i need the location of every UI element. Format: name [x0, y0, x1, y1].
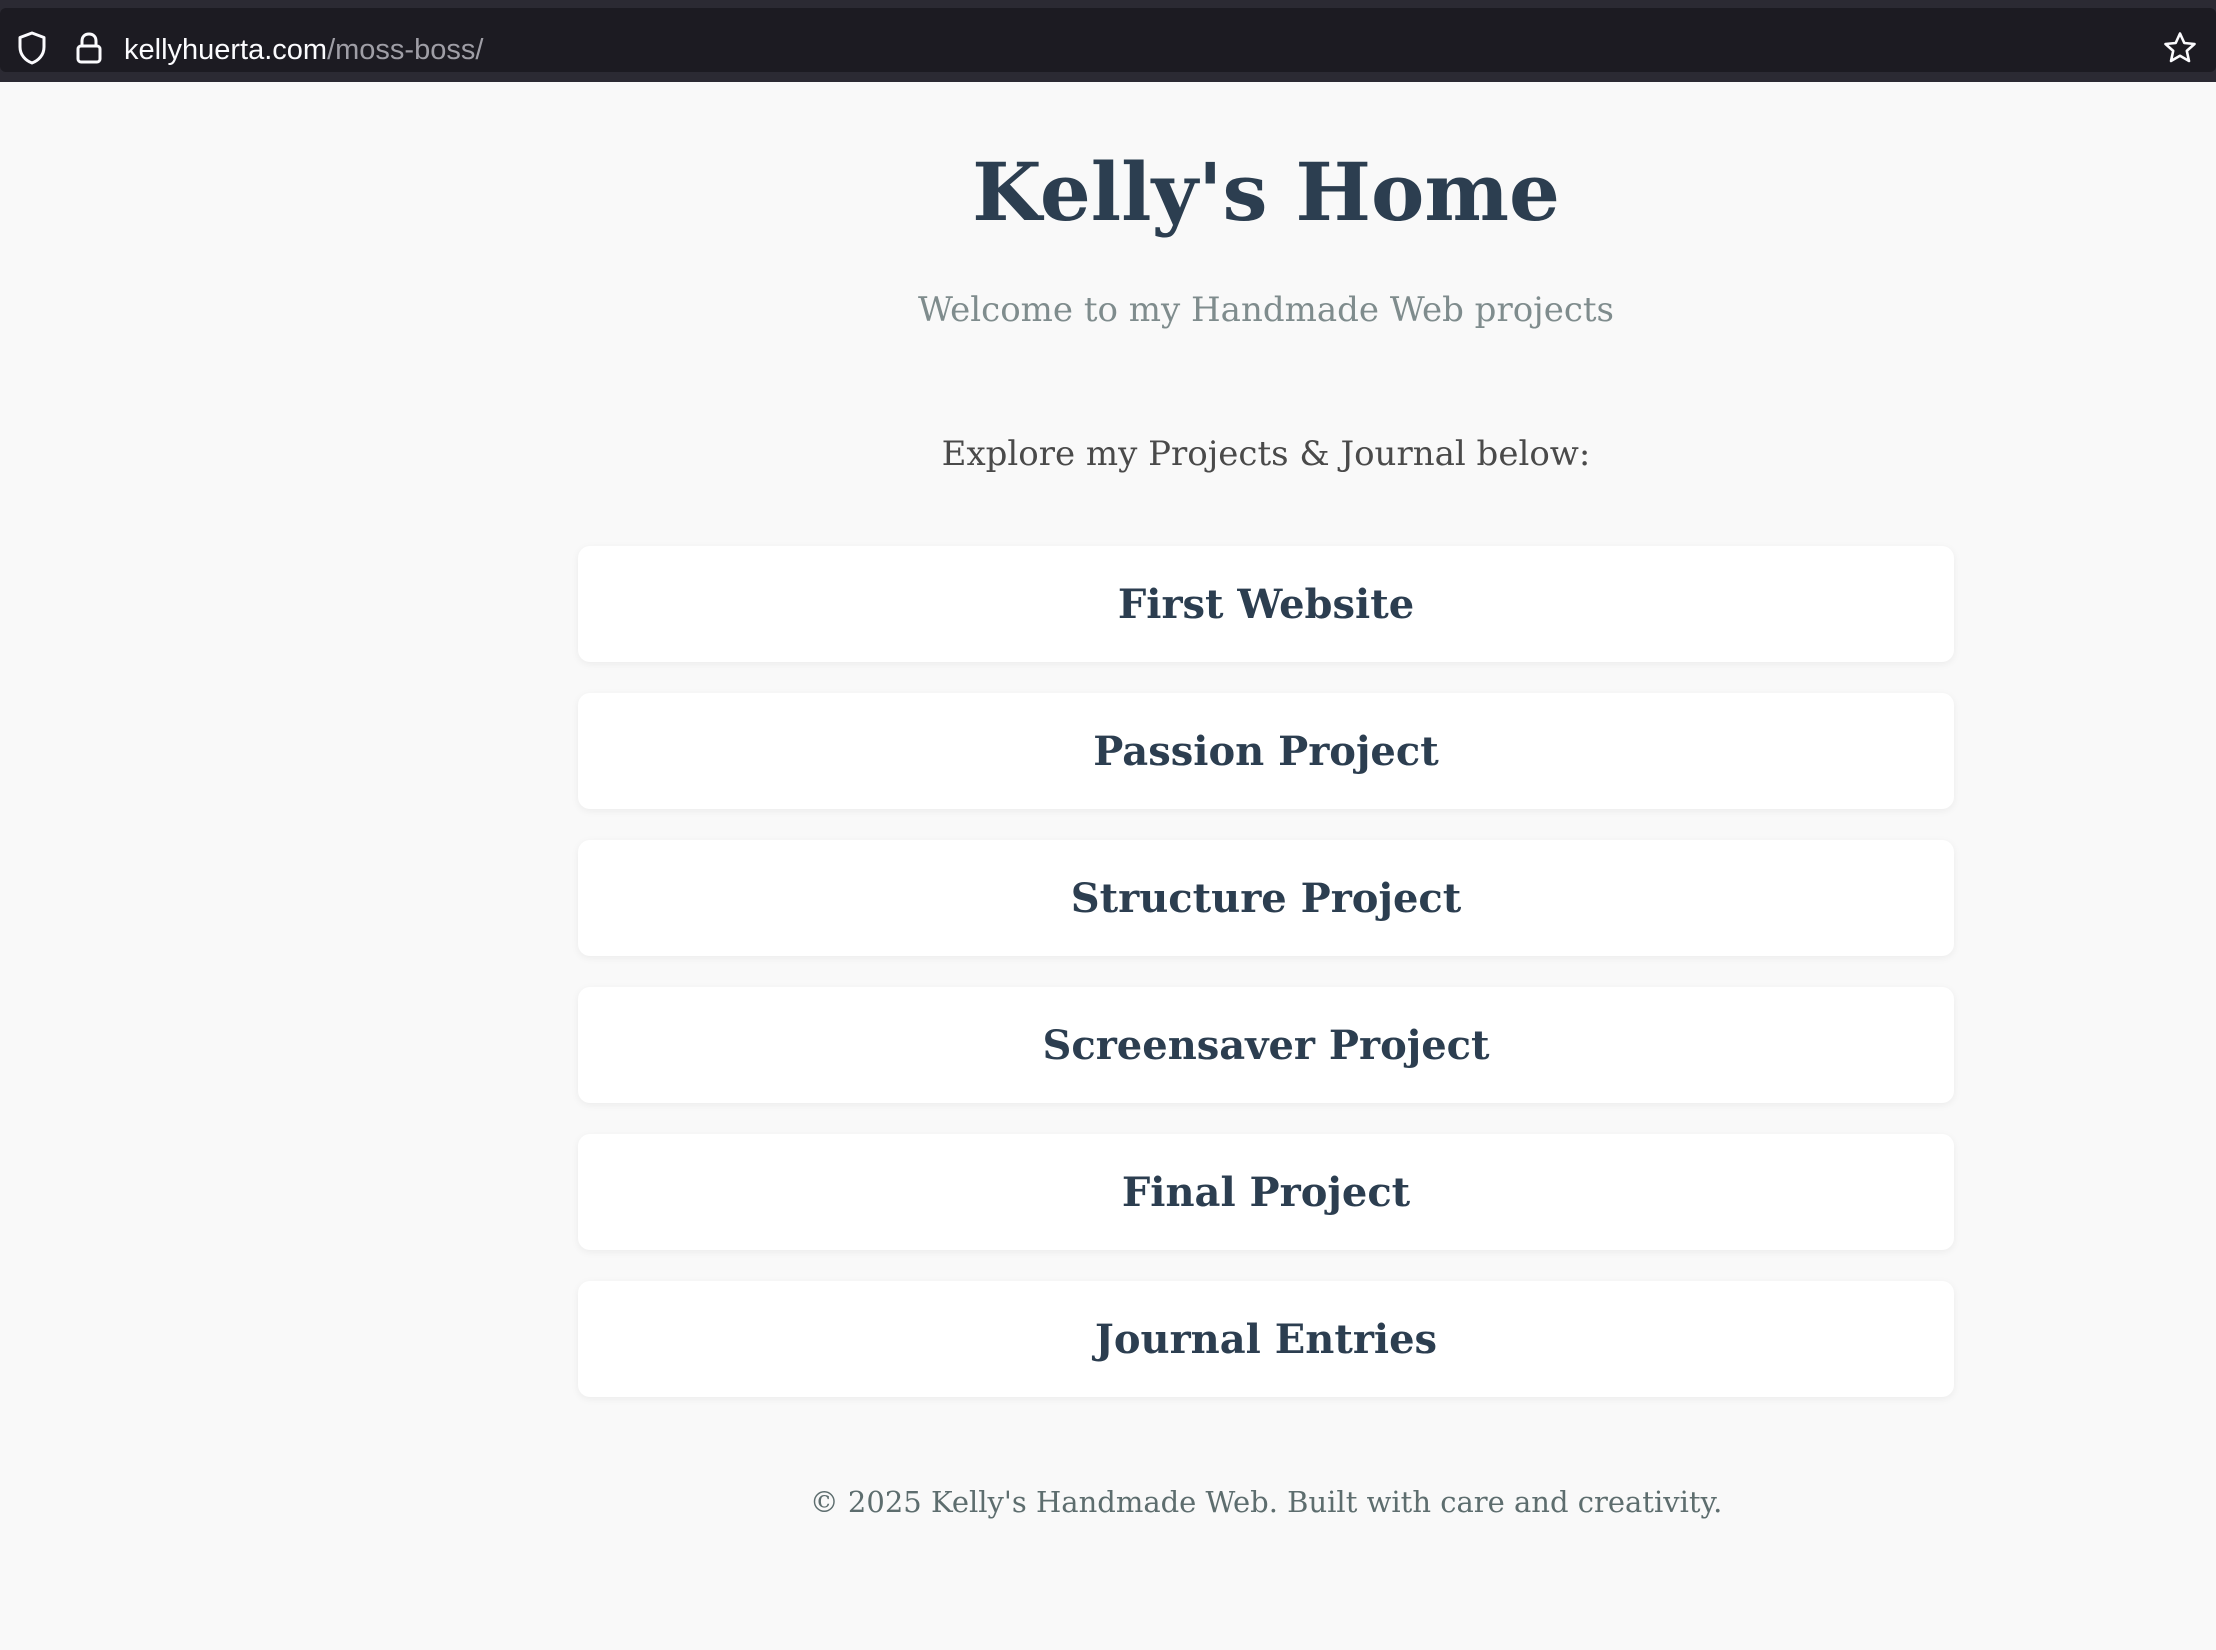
star-icon[interactable]: [2160, 28, 2200, 68]
page-viewport: Kelly's Home Welcome to my Handmade Web …: [0, 82, 2216, 1650]
shield-icon[interactable]: [14, 28, 50, 68]
list-item: Screensaver Project: [578, 987, 1954, 1103]
footer-text: © 2025 Kelly's Handmade Web. Built with …: [809, 1485, 1723, 1519]
nav-card-label: Passion Project: [1093, 727, 1439, 775]
url-text[interactable]: kellyhuerta.com/moss-boss/: [124, 30, 483, 70]
nav-card-label: First Website: [1117, 580, 1415, 628]
url-host: kellyhuerta.com: [124, 34, 328, 66]
list-item: Passion Project: [578, 693, 1954, 809]
intro-text: Explore my Projects & Journal below:: [941, 434, 1591, 474]
url-path: /moss-boss/: [327, 34, 484, 66]
nav-card-label: Screensaver Project: [1042, 1021, 1490, 1069]
structure-project-link[interactable]: Structure Project: [578, 840, 1954, 956]
page-title: Kelly's Home: [972, 145, 1560, 239]
page-subtitle: Welcome to my Handmade Web projects: [917, 290, 1614, 330]
list-item: Journal Entries: [578, 1281, 1954, 1397]
list-item: Final Project: [578, 1134, 1954, 1250]
list-item: First Website: [578, 546, 1954, 662]
passion-project-link[interactable]: Passion Project: [578, 693, 1954, 809]
project-nav-list: First Website Passion Project Structure …: [578, 546, 1954, 1428]
nav-card-label: Journal Entries: [1094, 1315, 1438, 1363]
final-project-link[interactable]: Final Project: [578, 1134, 1954, 1250]
first-website-link[interactable]: First Website: [578, 546, 1954, 662]
journal-entries-link[interactable]: Journal Entries: [578, 1281, 1954, 1397]
screensaver-project-link[interactable]: Screensaver Project: [578, 987, 1954, 1103]
browser-toolbar: kellyhuerta.com/moss-boss/: [0, 0, 2216, 82]
address-bar[interactable]: kellyhuerta.com/moss-boss/: [0, 8, 2216, 72]
list-item: Structure Project: [578, 840, 1954, 956]
nav-card-label: Final Project: [1121, 1168, 1411, 1216]
lock-icon[interactable]: [72, 28, 106, 68]
nav-card-label: Structure Project: [1070, 874, 1462, 922]
